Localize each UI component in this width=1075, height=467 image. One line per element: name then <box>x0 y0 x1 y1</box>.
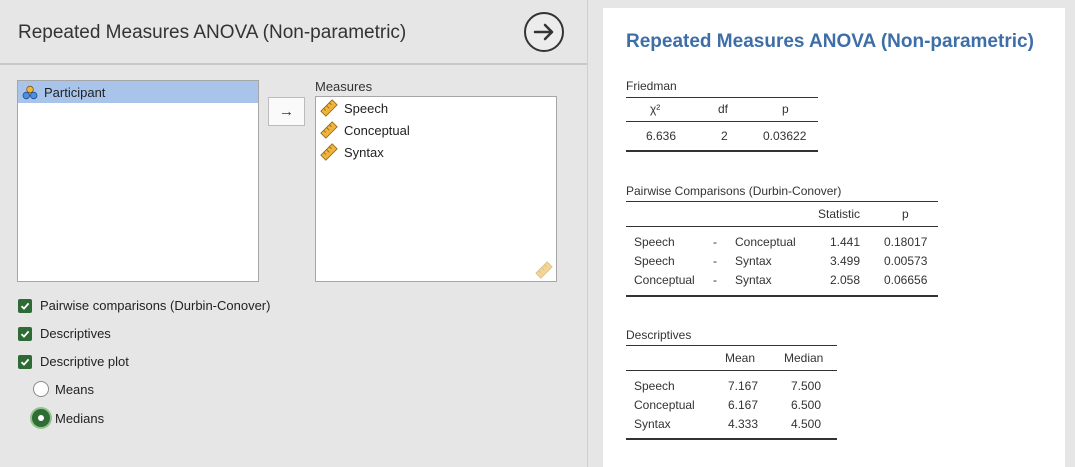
analysis-title: Repeated Measures ANOVA (Non-parametric) <box>18 22 407 43</box>
table-cell: 6.500 <box>791 398 822 412</box>
title-divider <box>0 63 587 65</box>
checkmark-icon <box>20 330 30 338</box>
descriptive-plot-checkbox[interactable] <box>18 354 32 369</box>
pairwise-comparisons-option[interactable]: Pairwise comparisons (Durbin-Conover) <box>18 298 270 313</box>
pairwise-checkbox[interactable] <box>18 298 32 313</box>
measure-label: Conceptual <box>344 122 410 138</box>
nominal-variable-icon <box>22 85 38 99</box>
measures-list[interactable]: Speech Conceptual Syntax <box>315 96 557 282</box>
descriptive-plot-label: Descriptive plot <box>40 354 129 369</box>
table-cell: 1.441 <box>830 235 861 249</box>
pairwise-caption: Pairwise Comparisons (Durbin-Conover) <box>626 184 842 198</box>
table-cell: - <box>713 235 717 249</box>
table-cell: 0.18017 <box>884 235 928 249</box>
table-cell: 7.500 <box>791 379 822 393</box>
means-option[interactable]: Means <box>33 381 94 397</box>
medians-option[interactable]: Medians <box>32 409 104 427</box>
ruler-icon <box>535 261 553 279</box>
table-cell: - <box>713 254 717 268</box>
run-analysis-button[interactable] <box>524 12 564 52</box>
table-cell: 0.03622 <box>763 129 807 143</box>
table-cell: - <box>713 273 717 287</box>
descriptive-plot-option[interactable]: Descriptive plot <box>18 354 129 369</box>
measure-label: Speech <box>344 100 389 116</box>
table-rule <box>626 226 938 227</box>
table-rule <box>626 97 818 98</box>
measure-item-speech[interactable]: Speech <box>316 97 556 119</box>
medians-label: Medians <box>55 410 105 426</box>
table-cell: Syntax <box>735 273 772 287</box>
table-cell: Speech <box>634 254 675 268</box>
table-cell: 3.499 <box>830 254 861 268</box>
checkmark-icon <box>20 358 30 366</box>
table-cell: 6.636 <box>646 129 677 143</box>
table-cell: 0.06656 <box>884 273 928 287</box>
results-panel: Repeated Measures ANOVA (Non-parametric)… <box>603 8 1065 467</box>
means-radio[interactable] <box>33 381 49 397</box>
column-header: p <box>782 102 789 116</box>
column-header: Median <box>784 351 824 365</box>
table-cell: Conceptual <box>735 235 796 249</box>
table-cell: 2 <box>721 129 728 143</box>
table-cell: 0.00573 <box>884 254 928 268</box>
move-to-measures-button[interactable]: → <box>268 97 305 126</box>
table-cell: 4.333 <box>728 417 759 431</box>
table-rule <box>626 150 818 152</box>
table-rule <box>626 345 837 346</box>
table-rule <box>626 438 837 440</box>
descriptives-checkbox[interactable] <box>18 326 32 341</box>
table-cell: Conceptual <box>634 273 695 287</box>
ruler-icon <box>320 99 338 117</box>
column-header: p <box>902 207 909 221</box>
descriptives-label: Descriptives <box>40 326 111 341</box>
column-header: df <box>718 102 729 116</box>
table-rule <box>626 370 837 371</box>
table-cell: Syntax <box>634 417 671 431</box>
friedman-caption: Friedman <box>626 79 677 93</box>
pairwise-label: Pairwise comparisons (Durbin-Conover) <box>40 298 271 313</box>
measures-label: Measures <box>315 79 373 94</box>
table-cell: 7.167 <box>728 379 759 393</box>
table-cell: Conceptual <box>634 398 695 412</box>
measure-item-syntax[interactable]: Syntax <box>316 141 556 163</box>
means-label: Means <box>55 381 95 397</box>
arrow-right-icon <box>533 23 554 41</box>
ruler-icon <box>320 121 338 139</box>
available-variables-list[interactable]: Participant <box>17 80 259 282</box>
table-cell: Speech <box>634 235 675 249</box>
column-header: Statistic <box>818 207 861 221</box>
table-cell: 4.500 <box>791 417 822 431</box>
ruler-icon <box>320 143 338 161</box>
table-rule <box>626 201 938 202</box>
table-cell: Syntax <box>735 254 772 268</box>
options-panel: Repeated Measures ANOVA (Non-parametric)… <box>0 0 588 467</box>
column-header: Mean <box>725 351 756 365</box>
descriptives-caption: Descriptives <box>626 328 692 342</box>
variable-item-participant[interactable]: Participant <box>18 81 258 103</box>
measure-item-conceptual[interactable]: Conceptual <box>316 119 556 141</box>
table-rule <box>626 121 818 122</box>
column-header: χ² <box>650 102 661 116</box>
descriptives-option[interactable]: Descriptives <box>18 326 111 341</box>
results-title: Repeated Measures ANOVA (Non-parametric) <box>626 31 1034 52</box>
medians-radio[interactable] <box>32 409 50 427</box>
table-cell: 6.167 <box>728 398 759 412</box>
measure-label: Syntax <box>344 144 384 160</box>
table-cell: Speech <box>634 379 675 393</box>
checkmark-icon <box>20 302 30 310</box>
table-cell: 2.058 <box>830 273 861 287</box>
table-rule <box>626 295 938 297</box>
variable-label: Participant <box>44 84 106 100</box>
